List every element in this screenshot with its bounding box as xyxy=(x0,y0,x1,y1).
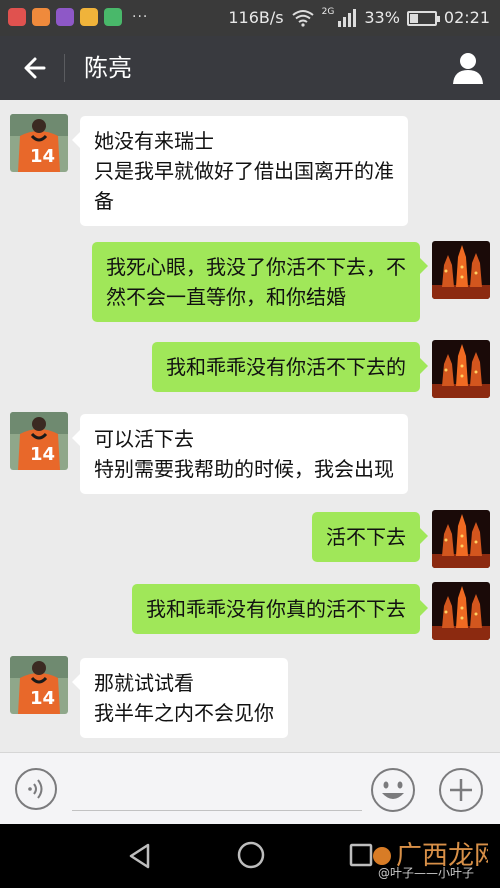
message-bubble-incoming[interactable]: 可以活下去 特别需要我帮助的时候，我会出现 xyxy=(72,414,408,494)
message-line: 我和乖乖没有你活不下去的 xyxy=(166,355,406,379)
message-line: 我半年之内不会见你 xyxy=(94,701,274,725)
message-line: 那就试试看 xyxy=(94,671,194,695)
app-icon-yellow xyxy=(80,8,98,26)
message-line: 可以活下去 xyxy=(94,427,194,451)
wifi-icon xyxy=(292,10,314,27)
battery-fill xyxy=(409,13,419,23)
signal-icon xyxy=(338,9,357,27)
network-type: 2G xyxy=(321,7,335,17)
message-input[interactable] xyxy=(72,767,362,811)
chat-title: 陈亮 xyxy=(84,54,132,82)
message-bubble-incoming[interactable]: 那就试试看 我半年之内不会见你 xyxy=(72,658,288,738)
message-bubble-outgoing[interactable]: 活不下去 xyxy=(312,512,428,562)
message-line: 备 xyxy=(94,189,114,213)
app-icon-purple xyxy=(56,8,74,26)
message-bubble-outgoing[interactable]: 我和乖乖没有你真的活不下去 xyxy=(132,584,428,634)
contact-avatar[interactable] xyxy=(10,412,68,470)
message-bubble-outgoing[interactable]: 我死心眼，我没了你活不下去，不 然不会一直等你，和你结婚 xyxy=(92,242,428,322)
message-line: 我和乖乖没有你真的活不下去 xyxy=(146,597,406,621)
message-line: 我死心眼，我没了你活不下去，不 xyxy=(106,255,406,279)
message-line: 只是我早就做好了借出国离开的准 xyxy=(94,159,394,183)
more-notifications-icon: ··· xyxy=(132,9,149,25)
message-line: 然不会一直等你，和你结婚 xyxy=(106,285,346,309)
app-icon-green xyxy=(104,8,122,26)
person-icon[interactable] xyxy=(450,50,486,86)
contact-avatar[interactable] xyxy=(10,656,68,714)
emoji-icon[interactable] xyxy=(370,767,416,813)
watermark-text: @叶子——小叶子 xyxy=(378,866,475,880)
header-divider xyxy=(64,54,65,82)
message-line: 特别需要我帮助的时候，我会出现 xyxy=(94,457,394,481)
app-icon-red xyxy=(8,8,26,26)
message-line: 她没有来瑞士 xyxy=(94,129,214,153)
my-avatar[interactable] xyxy=(432,340,490,398)
clock: 02:21 xyxy=(443,8,490,27)
message-bubble-incoming[interactable]: 她没有来瑞士 只是我早就做好了借出国离开的准 备 xyxy=(72,116,408,226)
my-avatar[interactable] xyxy=(432,582,490,640)
arrow-left-icon[interactable] xyxy=(18,50,54,86)
circle-home-icon[interactable] xyxy=(236,840,266,870)
triangle-back-icon[interactable] xyxy=(126,842,154,870)
my-avatar[interactable] xyxy=(432,510,490,568)
network-speed: 116B/s xyxy=(228,8,284,27)
notification-icons: ··· xyxy=(8,8,148,26)
battery-percent: 33% xyxy=(364,8,400,27)
my-avatar[interactable] xyxy=(432,241,490,299)
chat-header: 陈亮 xyxy=(0,36,500,100)
message-bubble-outgoing[interactable]: 我和乖乖没有你活不下去的 xyxy=(152,342,428,392)
app-icon-orange xyxy=(32,8,50,26)
voice-icon[interactable] xyxy=(14,767,58,811)
contact-avatar[interactable] xyxy=(10,114,68,172)
message-list: 14 她没有来瑞士 只是我早就做好了借出国离开的准 备 我死心眼，我没了你活不下… xyxy=(0,100,500,752)
plus-icon[interactable] xyxy=(438,767,484,813)
battery-icon xyxy=(406,10,440,26)
status-bar: ··· 116B/s 2G 33% 02:21 xyxy=(0,0,500,36)
input-bar xyxy=(0,752,500,824)
message-line: 活不下去 xyxy=(326,525,406,549)
